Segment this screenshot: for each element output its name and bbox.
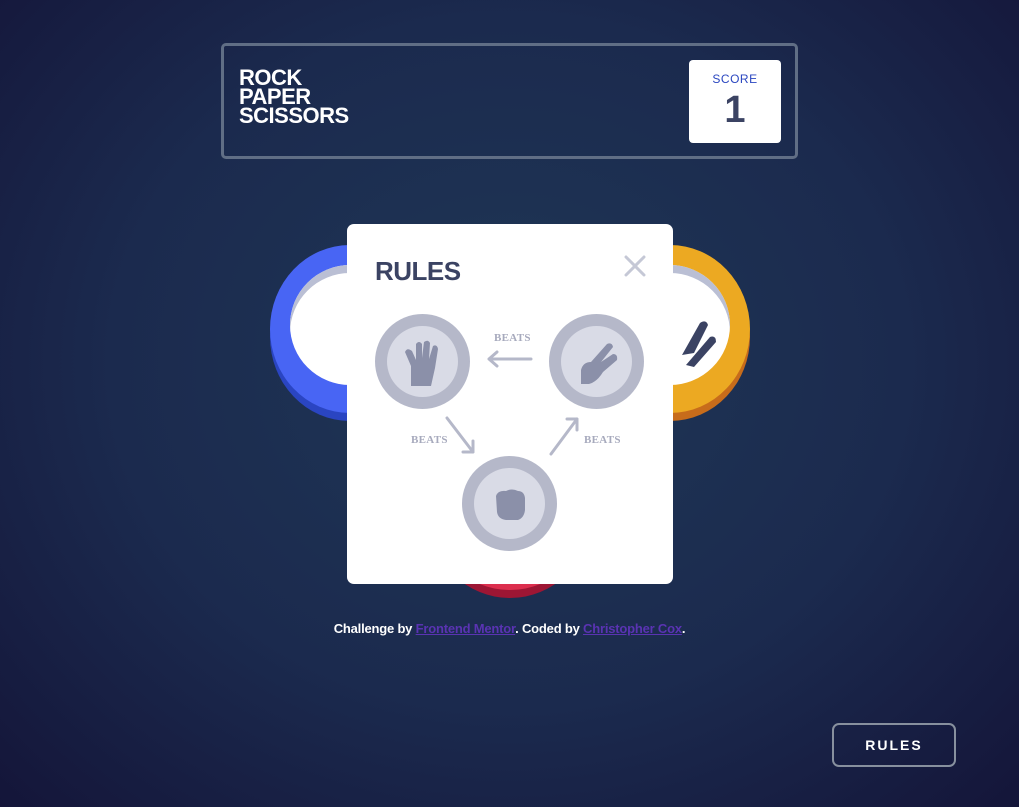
hand-scissors-icon [682,321,716,367]
attribution-suffix: . [681,621,686,636]
hand-scissors-icon [581,343,618,384]
beats-label-top: BEATS [494,332,531,344]
rules-modal: RULES BEATS BEATS BEATS [347,224,673,584]
author-link[interactable]: Christopher Cox [583,621,682,636]
score-value: 1 [724,89,746,131]
hand-open-icon [405,340,438,386]
beats-label-right: BEATS [584,434,621,446]
arrow-left-icon [487,350,533,368]
attribution-middle: . Coded by [515,621,584,636]
rule-paper-token [375,314,470,409]
attribution-prefix: Challenge by [333,621,416,636]
modal-title: RULES [375,256,461,286]
attribution: Challenge by Frontend Mentor. Coded by C… [0,621,1019,636]
score-label: SCORE [712,72,758,86]
fist-icon [496,489,525,520]
rule-rock-token [462,456,557,551]
game-logo: ROCK PAPER SCISSORS [239,67,349,128]
arrow-down-right-icon [445,416,475,454]
frontend-mentor-link[interactable]: Frontend Mentor [416,621,516,636]
rule-scissors-token [549,314,644,409]
arrow-up-right-icon [549,417,579,456]
score-header: ROCK PAPER SCISSORS SCORE 1 [221,43,798,159]
rules-button[interactable]: RULES [832,723,956,767]
logo-line-scissors: SCISSORS [239,103,349,128]
score-box: SCORE 1 [689,60,781,143]
close-icon[interactable] [623,254,647,278]
